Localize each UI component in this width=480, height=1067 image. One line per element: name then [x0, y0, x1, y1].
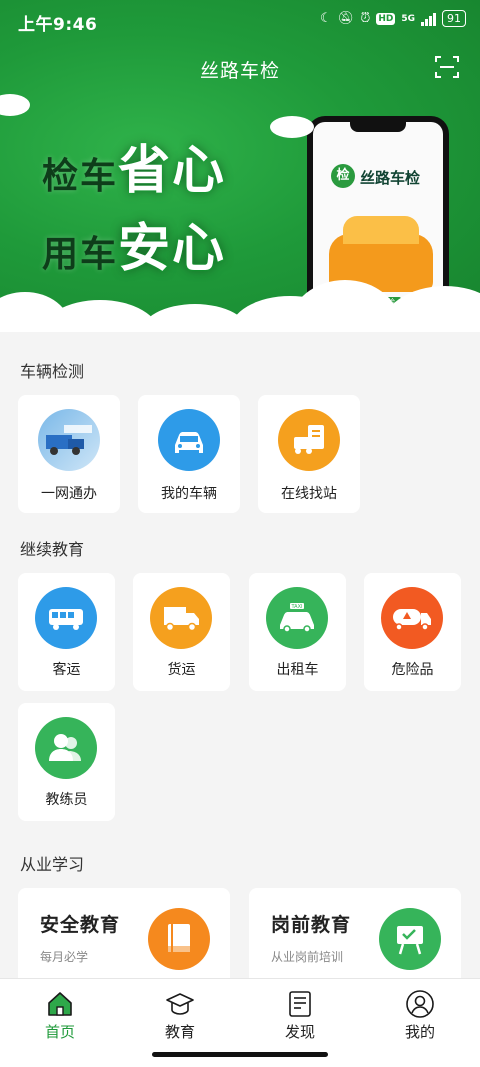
alarm-icon: ⏰︎: [360, 11, 371, 26]
section-title-continuing-education: 继续教育: [20, 540, 85, 559]
tile-find-station[interactable]: 在线找站: [258, 395, 360, 513]
news-icon: [289, 991, 311, 1017]
tile-label: 出租车: [276, 662, 319, 678]
tile-label: 客运: [52, 662, 81, 678]
tanker-icon: [381, 587, 443, 649]
nav-label: 我的: [404, 1023, 435, 1041]
page-title: 丝路车检: [199, 60, 280, 82]
home-icon: [48, 992, 72, 1016]
network-label: 5G: [401, 13, 415, 24]
status-time: 上午9:46: [18, 15, 98, 35]
card-subtitle: 从业岗前培训: [271, 950, 344, 964]
nav-item-profile[interactable]: 我的: [380, 989, 460, 1042]
instructor-icon: [35, 717, 97, 779]
tile-label: 货运: [167, 662, 196, 678]
station-search-icon: [278, 409, 340, 471]
whiteboard-icon: [379, 908, 441, 970]
svg-text:TAXI: TAXI: [291, 604, 303, 610]
phone-brand: 丝路车检: [360, 169, 421, 187]
cloud-decoration: [0, 94, 30, 116]
logo-icon: 检: [331, 164, 355, 188]
scan-icon[interactable]: [434, 54, 460, 80]
phone-notch: [350, 122, 406, 132]
slogan-line-2: 用车安心: [42, 206, 226, 281]
card-subtitle: 每月必学: [40, 950, 89, 964]
tile-label: 危险品: [391, 662, 434, 678]
slogan-highlight: 安心: [118, 219, 227, 279]
nav-item-discover[interactable]: 发现: [260, 989, 340, 1042]
battery-icon: 91: [442, 10, 466, 27]
nav-label: 教育: [164, 1023, 195, 1041]
card-pre-job-education[interactable]: 岗前教育 从业岗前培训: [249, 888, 461, 988]
book-icon: [148, 908, 210, 970]
taxi-icon: TAXI: [266, 587, 328, 649]
tile-passenger-transport[interactable]: 客运: [18, 573, 115, 691]
cloud-decoration: [270, 116, 314, 138]
graduation-cap-icon: [166, 993, 194, 1015]
moon-icon: ☾: [320, 11, 332, 26]
nav-item-education[interactable]: 教育: [140, 989, 220, 1042]
signal-icon: [421, 12, 436, 26]
bus-icon: [35, 587, 97, 649]
section-title-vehicle-inspection: 车辆检测: [20, 362, 85, 381]
card-title: 安全教育: [40, 914, 121, 936]
home-indicator: [152, 1052, 328, 1057]
mute-icon: 🔕︎: [337, 11, 355, 26]
slogan-text: 检车: [42, 156, 119, 197]
nav-item-home[interactable]: 首页: [20, 989, 100, 1042]
tile-taxi[interactable]: TAXI 出租车: [249, 573, 346, 691]
tile-label: 我的车辆: [161, 486, 217, 502]
tile-dangerous-goods[interactable]: 危险品: [364, 573, 461, 691]
profile-icon: [406, 990, 434, 1018]
nav-label: 发现: [284, 1023, 315, 1041]
card-safety-education[interactable]: 安全教育 每月必学: [18, 888, 230, 988]
tile-label: 教练员: [45, 792, 88, 808]
slogan-text: 用车: [42, 234, 119, 275]
card-title: 岗前教育: [271, 914, 352, 936]
slogan-line-1: 检车省心: [42, 128, 226, 203]
tile-instructor[interactable]: 教练员: [18, 703, 115, 821]
portal-image-icon: [38, 409, 100, 471]
tile-freight-transport[interactable]: 货运: [133, 573, 230, 691]
truck-icon: [150, 587, 212, 649]
hero-banner: 上午9:46 ☾ 🔕︎ ⏰︎ HD 5G 91 丝路车检 检车省心 用车安心 检…: [0, 0, 480, 332]
slogan-highlight: 省心: [118, 141, 227, 201]
status-bar: 上午9:46 ☾ 🔕︎ ⏰︎ HD 5G 91: [0, 0, 480, 40]
tile-my-vehicles[interactable]: 我的车辆: [138, 395, 240, 513]
section-title-professional-learning: 从业学习: [20, 855, 85, 874]
tile-label: 在线找站: [281, 486, 337, 502]
car-icon: [158, 409, 220, 471]
hd-badge: HD: [376, 12, 396, 25]
battery-level: 91: [447, 12, 461, 25]
tile-one-stop-service[interactable]: 一网通办: [18, 395, 120, 513]
nav-label: 首页: [44, 1023, 75, 1041]
tile-label: 一网通办: [41, 486, 97, 502]
status-icons: ☾ 🔕︎ ⏰︎ HD 5G 91: [320, 10, 466, 27]
